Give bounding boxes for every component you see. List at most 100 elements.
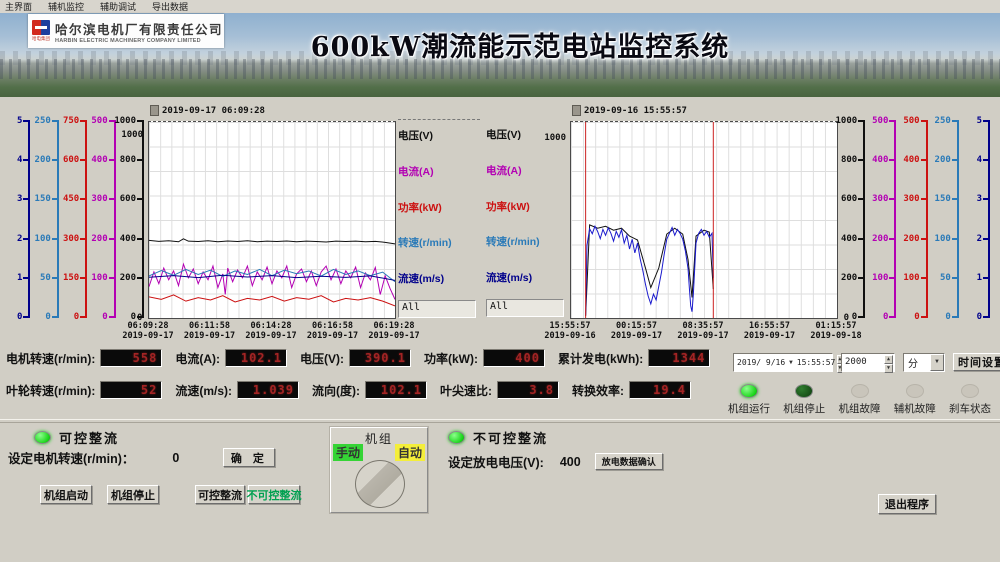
- axis-tick: [80, 238, 87, 240]
- uncontrolled-rectify-status: 不可控整流: [448, 428, 548, 447]
- x-tick-date: 2019-09-17: [744, 331, 795, 341]
- readout-label: 叶轮转速(r/min):: [6, 382, 95, 399]
- legend-item[interactable]: 电流(A): [486, 163, 568, 178]
- readout-label: 电流(A):: [175, 350, 220, 367]
- set-voltage-label: 设定放电电压(V):: [448, 452, 544, 471]
- mode-knob[interactable]: [355, 460, 405, 508]
- legend-item[interactable]: 功率(kW): [486, 199, 568, 214]
- y-axis: 250200150100500: [34, 121, 62, 317]
- uncontrolled-rectify-label: 不可控整流: [473, 428, 548, 447]
- time-value: 15:55:57: [795, 358, 838, 367]
- axis-line: [957, 121, 959, 317]
- legend-item[interactable]: 转速(r/min): [486, 234, 568, 249]
- menu-item[interactable]: 辅机监控: [48, 0, 84, 13]
- dropdown-arrow-icon[interactable]: ▼: [787, 359, 795, 366]
- logo-caption: 哈电集团: [32, 35, 50, 41]
- axis-line: [863, 121, 865, 317]
- axis-tick: [889, 316, 896, 318]
- unit-mode-switch: 机组 手动 自动: [330, 427, 428, 513]
- axis-tick-label: 0: [883, 312, 888, 322]
- legend-item[interactable]: 电流(A): [398, 164, 480, 179]
- axis-tick: [137, 238, 144, 240]
- x-tick-time: 06:16:58: [307, 321, 358, 331]
- auto-mode-label[interactable]: 自动: [395, 444, 425, 461]
- axis-tick: [889, 238, 896, 240]
- axis-tick-label: 0: [102, 312, 107, 322]
- axis-tick: [137, 277, 144, 279]
- axis-tick-label: 250: [35, 116, 51, 126]
- y-axis: 5004003002001000: [91, 121, 119, 317]
- workspace: 2019-09-17 06:09:28 54321025020015010050…: [0, 97, 1000, 562]
- readout-label: 转换效率:: [572, 382, 624, 399]
- status-light: 机组停止: [778, 384, 830, 416]
- axis-tick: [952, 277, 959, 279]
- duration-spinner[interactable]: ▲▼: [884, 355, 893, 370]
- datetime-picker[interactable]: 2019/ 9/16 ▼ 15:55:57 ▲▼: [733, 353, 833, 372]
- set-speed-value[interactable]: 0: [172, 451, 179, 465]
- cursor-grip-icon[interactable]: [150, 105, 159, 116]
- unit-button[interactable]: 不可控整流: [248, 485, 300, 504]
- axis-tick-label: 3: [977, 194, 982, 204]
- axis-tick-label: 1000: [836, 116, 858, 126]
- axis-tick: [109, 159, 116, 161]
- time-controls: 2019/ 9/16 ▼ 15:55:57 ▲▼ 2000 ▲▼ 分 ▼ 时间设…: [733, 352, 1000, 372]
- manual-mode-label[interactable]: 手动: [333, 444, 363, 461]
- axis-tick: [858, 238, 865, 240]
- legend-item[interactable]: 流速(m/s): [398, 271, 480, 286]
- legend-item[interactable]: 转速(r/min): [398, 235, 480, 250]
- menu-item[interactable]: 辅助调试: [100, 0, 136, 13]
- readout-label: 功率(kW):: [424, 350, 478, 367]
- duration-input[interactable]: 2000 ▲▼: [841, 353, 895, 372]
- x-tick-date: 2019-09-17: [245, 331, 296, 341]
- menu-item[interactable]: 主界面: [5, 0, 32, 13]
- axis-line: [926, 121, 928, 317]
- axis-tick-label: 150: [935, 194, 951, 204]
- axis-tick: [858, 198, 865, 200]
- exit-button[interactable]: 退出程序: [878, 494, 936, 514]
- readout-field: 电机转速(r/min):558: [6, 349, 162, 367]
- x-axis-tick: 08:35:572019-09-17: [677, 321, 728, 341]
- y-axis: 5004003002001000: [900, 121, 931, 317]
- x-tick-date: 2019-09-17: [368, 331, 419, 341]
- controlled-rectify-label: 可控整流: [59, 428, 119, 447]
- axis-tick: [52, 198, 59, 200]
- menu-bar: 主界面 辅机监控 辅助调试 导出数据: [0, 0, 1000, 13]
- unit-button[interactable]: 可控整流: [195, 485, 245, 504]
- legend-item[interactable]: 功率(kW): [398, 200, 480, 215]
- status-label: 辅机故障: [894, 401, 936, 416]
- spin-down-icon[interactable]: ▼: [884, 364, 893, 373]
- axis-tick-label: 800: [841, 155, 857, 165]
- chart-canvas: [149, 122, 395, 318]
- x-tick-time: 06:14:28: [245, 321, 296, 331]
- menu-item[interactable]: 导出数据: [152, 0, 188, 13]
- readout-row-1: 电机转速(r/min):558电流(A):102.1电压(V):390.1功率(…: [6, 349, 721, 367]
- time-set-button[interactable]: 时间设置: [953, 353, 1000, 371]
- series-转速: [586, 226, 714, 315]
- unit-button[interactable]: 机组启动: [40, 485, 92, 504]
- set-voltage-value[interactable]: 400: [560, 455, 581, 469]
- x-tick-time: 06:11:58: [184, 321, 235, 331]
- time-unit-select[interactable]: 分 ▼: [903, 353, 945, 372]
- plot-area-right[interactable]: 0: [570, 121, 838, 319]
- y-axes-left-chart: 5432102502001501005007506004503001500500…: [6, 121, 148, 317]
- legend-item[interactable]: 电压(V): [398, 128, 480, 143]
- cursor-grip-icon[interactable]: [572, 105, 581, 116]
- discharge-confirm-button[interactable]: 放电数据确认: [595, 453, 663, 470]
- x-axis-tick: 06:14:282019-09-17: [245, 321, 296, 341]
- readout-field: 流向(度):102.1: [312, 381, 427, 399]
- y-axes-right-chart: 1000800600400200050040030020010005004003…: [838, 121, 994, 317]
- legend-item[interactable]: 流速(m/s): [486, 270, 568, 285]
- x-axis-tick: 06:16:582019-09-17: [307, 321, 358, 341]
- dropdown-arrow-icon[interactable]: ▼: [930, 354, 944, 371]
- legend-all-selector[interactable]: All: [398, 300, 476, 318]
- spin-up-icon[interactable]: ▲: [884, 355, 893, 364]
- axis-line: [85, 121, 87, 317]
- readout-field: 流速(m/s):1.039: [175, 381, 299, 399]
- axis-tick: [983, 316, 990, 318]
- plot-area-left[interactable]: 1000 0: [148, 121, 396, 319]
- axis-tick: [952, 238, 959, 240]
- unit-button[interactable]: 机组停止: [107, 485, 159, 504]
- axis-tick-label: 200: [903, 234, 919, 244]
- confirm-button[interactable]: 确 定: [223, 448, 275, 467]
- legend-all-selector[interactable]: All: [486, 299, 564, 317]
